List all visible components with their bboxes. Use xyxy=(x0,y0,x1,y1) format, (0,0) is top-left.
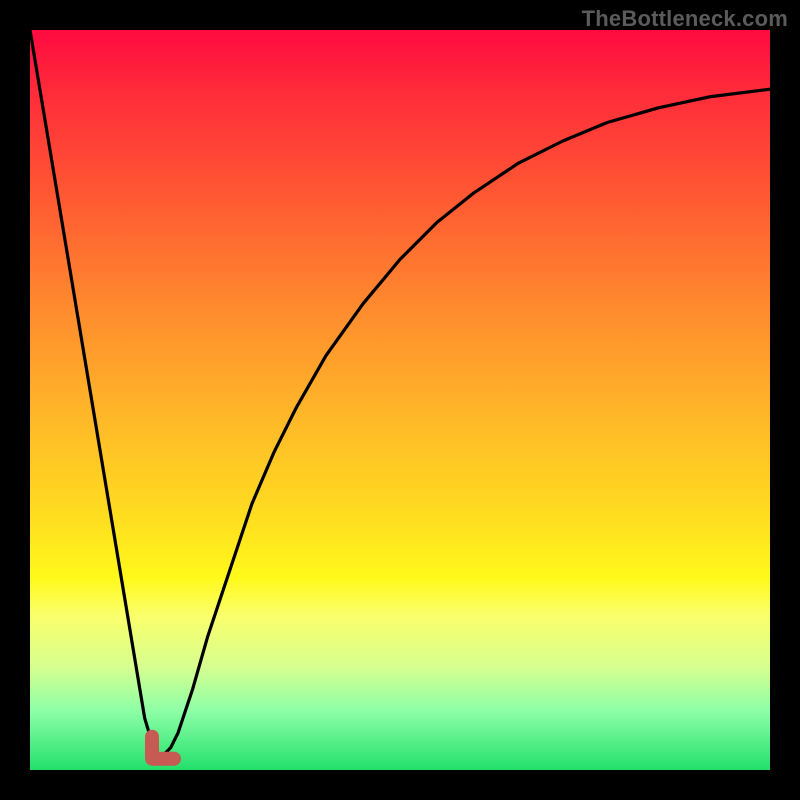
watermark-text: TheBottleneck.com xyxy=(582,6,788,32)
chart-stage: TheBottleneck.com xyxy=(0,0,800,800)
chart-svg xyxy=(30,30,770,770)
plot-area xyxy=(30,30,770,770)
bottleneck-curve-path xyxy=(30,30,770,755)
